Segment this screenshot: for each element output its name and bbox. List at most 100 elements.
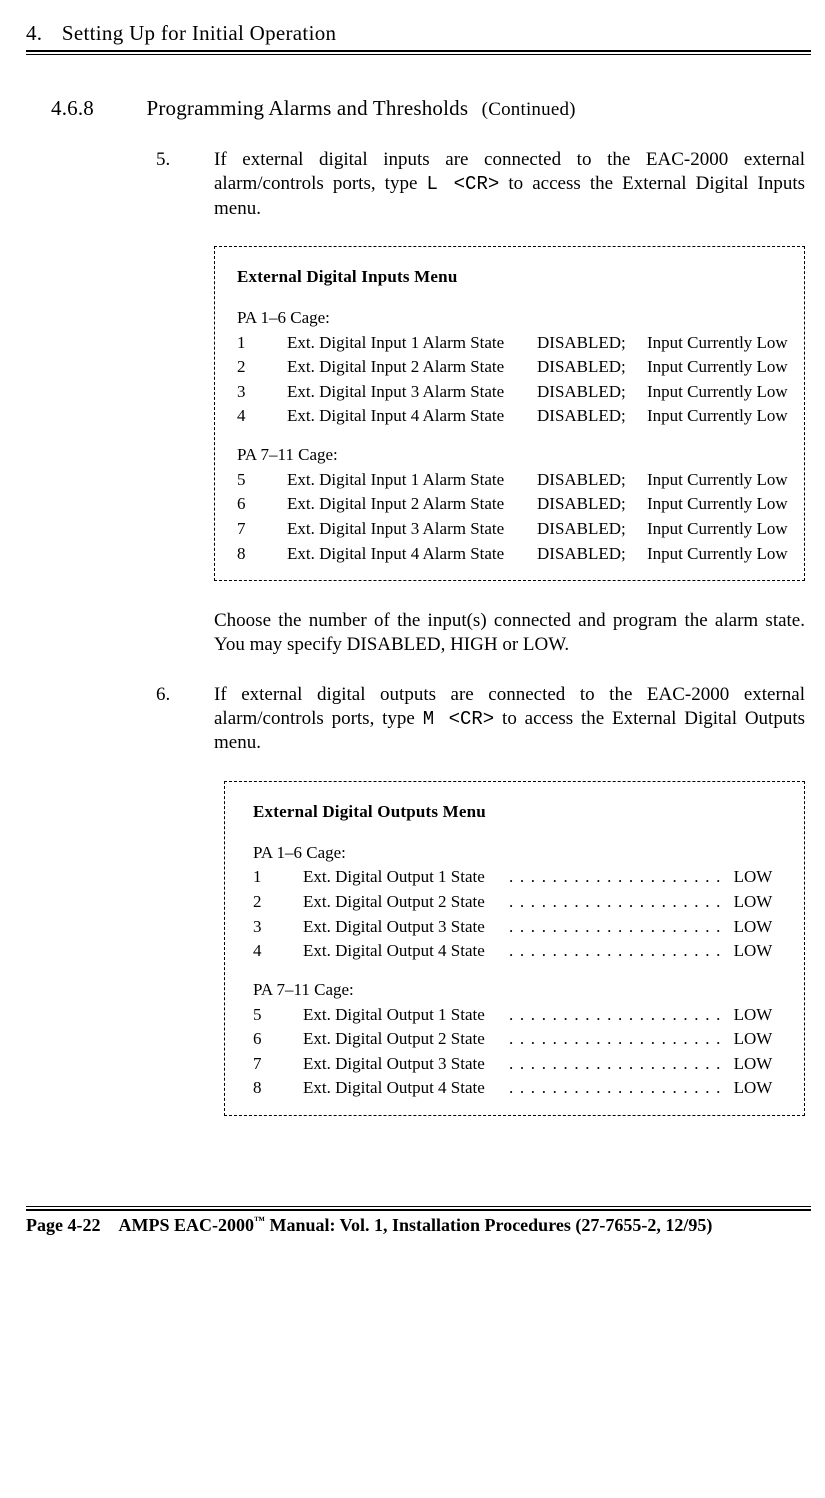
row-state: LOW <box>734 1003 773 1028</box>
row-state: DISABLED; <box>537 492 647 517</box>
row-label: Ext. Digital Input 4 Alarm State <box>287 404 537 429</box>
row-label: Ext. Digital Input 1 Alarm State <box>287 468 537 493</box>
command-text: M <CR> <box>423 708 495 730</box>
cage-label: PA 1–6 Cage: <box>253 841 782 866</box>
row-label: Ext. Digital Output 4 State <box>303 939 509 964</box>
section-number: 4.6.8 <box>51 95 141 121</box>
row-num: 7 <box>253 1052 303 1077</box>
external-outputs-menu: External Digital Outputs Menu PA 1–6 Cag… <box>224 781 805 1116</box>
footer-prefix: AMPS EAC-2000 <box>118 1215 254 1235</box>
leader-dots: . . . . . . . . . . . . . . . . . . . . <box>509 915 722 940</box>
row-state: DISABLED; <box>537 404 647 429</box>
row-label: Ext. Digital Input 3 Alarm State <box>287 380 537 405</box>
page-number: Page 4-22 <box>26 1215 100 1235</box>
continued-label: (Continued) <box>482 99 576 120</box>
row-label: Ext. Digital Output 1 State <box>303 1003 509 1028</box>
row-state: DISABLED; <box>537 331 647 356</box>
command-text: L <CR> <box>427 173 500 195</box>
cage-label: PA 1–6 Cage: <box>237 306 782 331</box>
row-num: 5 <box>253 1003 303 1028</box>
row-state: DISABLED; <box>537 542 647 567</box>
row-state: LOW <box>734 865 773 890</box>
step-number: 6. <box>156 683 214 707</box>
row-state: DISABLED; <box>537 517 647 542</box>
menu-row: 2Ext. Digital Input 2 Alarm StateDISABLE… <box>237 355 782 380</box>
row-state: DISABLED; <box>537 355 647 380</box>
header-divider <box>26 50 811 55</box>
row-status: Input Currently Low <box>647 355 788 380</box>
leader-dots: . . . . . . . . . . . . . . . . . . . . <box>509 1052 722 1077</box>
menu-row: 5Ext. Digital Input 1 Alarm StateDISABLE… <box>237 468 782 493</box>
row-label: Ext. Digital Input 1 Alarm State <box>287 331 537 356</box>
leader-dots: . . . . . . . . . . . . . . . . . . . . <box>509 865 722 890</box>
row-state: LOW <box>734 1027 773 1052</box>
chapter-header: 4. Setting Up for Initial Operation <box>26 20 811 46</box>
row-status: Input Currently Low <box>647 468 788 493</box>
row-num: 7 <box>237 517 287 542</box>
menu-row: 6Ext. Digital Input 2 Alarm StateDISABLE… <box>237 492 782 517</box>
row-label: Ext. Digital Input 2 Alarm State <box>287 355 537 380</box>
chapter-title: Setting Up for Initial Operation <box>62 21 336 45</box>
row-status: Input Currently Low <box>647 404 788 429</box>
menu-row: 7Ext. Digital Output 3 State. . . . . . … <box>253 1052 782 1077</box>
leader-dots: . . . . . . . . . . . . . . . . . . . . <box>509 1076 722 1101</box>
external-inputs-menu: External Digital Inputs Menu PA 1–6 Cage… <box>214 246 805 581</box>
row-num: 4 <box>237 404 287 429</box>
leader-dots: . . . . . . . . . . . . . . . . . . . . <box>509 1027 722 1052</box>
row-label: Ext. Digital Output 3 State <box>303 1052 509 1077</box>
menu-row: 7Ext. Digital Input 3 Alarm StateDISABLE… <box>237 517 782 542</box>
row-state: LOW <box>734 1052 773 1077</box>
step-6: 6. If external digital outputs are conne… <box>156 683 805 755</box>
cage-label: PA 7–11 Cage: <box>253 978 782 1003</box>
menu-row: 4Ext. Digital Input 4 Alarm StateDISABLE… <box>237 404 782 429</box>
menu-row: 1Ext. Digital Output 1 State. . . . . . … <box>253 865 782 890</box>
row-status: Input Currently Low <box>647 542 788 567</box>
step-text: If external digital outputs are connecte… <box>214 683 805 755</box>
chapter-number: 4. <box>26 20 42 46</box>
menu-row: 4Ext. Digital Output 4 State. . . . . . … <box>253 939 782 964</box>
row-label: Ext. Digital Output 2 State <box>303 890 509 915</box>
row-num: 2 <box>237 355 287 380</box>
row-label: Ext. Digital Output 1 State <box>303 865 509 890</box>
row-label: Ext. Digital Input 4 Alarm State <box>287 542 537 567</box>
row-num: 8 <box>237 542 287 567</box>
row-label: Ext. Digital Input 2 Alarm State <box>287 492 537 517</box>
row-status: Input Currently Low <box>647 492 788 517</box>
row-state: LOW <box>734 890 773 915</box>
row-label: Ext. Digital Output 4 State <box>303 1076 509 1101</box>
row-status: Input Currently Low <box>647 331 788 356</box>
row-state: DISABLED; <box>537 380 647 405</box>
section-heading: 4.6.8 Programming Alarms and Thresholds … <box>51 95 811 122</box>
row-num: 6 <box>253 1027 303 1052</box>
menu-title: External Digital Outputs Menu <box>253 800 782 825</box>
menu-row: 8Ext. Digital Output 4 State. . . . . . … <box>253 1076 782 1101</box>
footer-divider <box>26 1206 811 1211</box>
footer-suffix: Manual: Vol. 1, Installation Procedures … <box>265 1215 712 1235</box>
row-status: Input Currently Low <box>647 380 788 405</box>
step-number: 5. <box>156 148 214 172</box>
leader-dots: . . . . . . . . . . . . . . . . . . . . <box>509 1003 722 1028</box>
row-state: DISABLED; <box>537 468 647 493</box>
row-state: LOW <box>734 1076 773 1101</box>
row-num: 4 <box>253 939 303 964</box>
row-label: Ext. Digital Output 3 State <box>303 915 509 940</box>
cage-label: PA 7–11 Cage: <box>237 443 782 468</box>
step-5-continued: Choose the number of the input(s) connec… <box>214 609 805 657</box>
row-num: 1 <box>237 331 287 356</box>
menu-row: 8Ext. Digital Input 4 Alarm StateDISABLE… <box>237 542 782 567</box>
step-5: 5. If external digital inputs are connec… <box>156 148 805 220</box>
row-num: 6 <box>237 492 287 517</box>
leader-dots: . . . . . . . . . . . . . . . . . . . . <box>509 890 722 915</box>
row-status: Input Currently Low <box>647 517 788 542</box>
menu-row: 3Ext. Digital Input 3 Alarm StateDISABLE… <box>237 380 782 405</box>
row-num: 3 <box>253 915 303 940</box>
page-footer: Page 4-22 AMPS EAC-2000™ Manual: Vol. 1,… <box>26 1214 811 1237</box>
menu-row: 3Ext. Digital Output 3 State. . . . . . … <box>253 915 782 940</box>
menu-title: External Digital Inputs Menu <box>237 265 782 290</box>
row-num: 1 <box>253 865 303 890</box>
leader-dots: . . . . . . . . . . . . . . . . . . . . <box>509 939 722 964</box>
row-label: Ext. Digital Output 2 State <box>303 1027 509 1052</box>
step-text: If external digital inputs are connected… <box>214 148 805 220</box>
row-state: LOW <box>734 915 773 940</box>
menu-row: 5Ext. Digital Output 1 State. . . . . . … <box>253 1003 782 1028</box>
